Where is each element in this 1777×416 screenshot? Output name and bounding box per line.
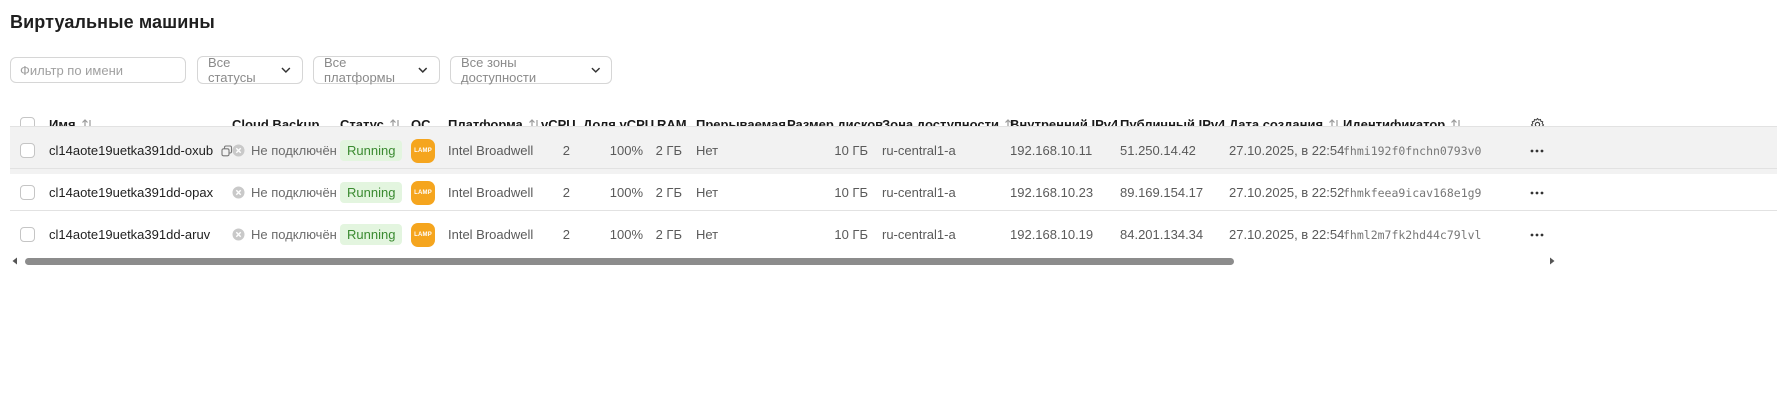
status-badge: Running (340, 182, 403, 203)
x-circle-icon (232, 186, 245, 199)
created-cell: 27.10.2025, в 22:52 (1229, 185, 1345, 200)
zone-filter-label: Все зоны доступности (461, 55, 537, 85)
row-actions-cell (1529, 211, 1545, 258)
ram-cell: 2 ГБ (655, 143, 682, 158)
internal-ip-cell: 192.168.10.23 (1010, 185, 1094, 200)
vcpu-share-cell: 100% (609, 227, 643, 242)
public-ip-cell: 89.169.154.17 (1120, 185, 1204, 200)
row-actions-cell (1529, 169, 1545, 216)
disk-size-cell: 10 ГБ (834, 227, 868, 242)
vm-name-cell: cl14aote19uetka391dd-aruv (49, 211, 210, 258)
id-cell: fhmkfeea9icav168e1g9 (1343, 185, 1482, 200)
backup-status-text: Не подключён (251, 185, 337, 200)
backup-status-text: Не подключён (251, 227, 337, 242)
platform-filter-select[interactable]: Все платформы (313, 55, 440, 85)
zone-cell: ru-central1-a (882, 227, 956, 242)
chevron-down-icon (418, 67, 428, 73)
backup-cell: Не подключён (232, 169, 337, 216)
status-badge: Running (340, 140, 403, 161)
vcpu-share-cell: 100% (609, 143, 643, 158)
os-cell: LAMP (411, 211, 435, 258)
row-select-cell (20, 127, 35, 174)
status-filter-select[interactable]: Все статусы (197, 55, 303, 85)
x-circle-icon (232, 228, 245, 241)
status-badge: Running (340, 224, 403, 245)
platform-cell: Intel Broadwell (448, 143, 534, 158)
table-row[interactable]: cl14aote19uetka391dd-aruv Не подключён R… (10, 210, 1777, 258)
row-checkbox[interactable] (20, 185, 35, 200)
id-cell: fhmi192f0fnchn0793v0 (1343, 143, 1482, 158)
public-ip-cell: 84.201.134.34 (1120, 227, 1204, 242)
status-cell: Running (340, 169, 403, 216)
scroll-right-arrow-icon[interactable] (1548, 257, 1556, 265)
lamp-os-icon: LAMP (411, 138, 435, 163)
row-select-cell (20, 169, 35, 216)
row-actions-cell (1529, 127, 1545, 174)
vm-name-cell: cl14aote19uetka391dd-opax (49, 169, 213, 216)
platform-cell: Intel Broadwell (448, 227, 534, 242)
more-dots-icon[interactable] (1529, 227, 1545, 243)
table-row[interactable]: cl14aote19uetka391dd-opax Не подключён R… (10, 168, 1777, 216)
x-circle-icon (232, 144, 245, 157)
internal-ip-cell: 192.168.10.19 (1010, 227, 1094, 242)
created-cell: 27.10.2025, в 22:54 (1229, 227, 1345, 242)
id-cell: fhml2m7fk2hd44c79lvl (1343, 227, 1482, 242)
ram-cell: 2 ГБ (655, 227, 682, 242)
zone-cell: ru-central1-a (882, 185, 956, 200)
backup-cell: Не подключён (232, 211, 337, 258)
vcpu-share-cell: 100% (609, 185, 643, 200)
os-cell: LAMP (411, 169, 435, 216)
chevron-down-icon (281, 67, 291, 74)
backup-status-text: Не подключён (251, 143, 337, 158)
disk-size-cell: 10 ГБ (834, 185, 868, 200)
more-dots-icon[interactable] (1529, 185, 1545, 201)
status-cell: Running (340, 127, 403, 174)
platform-cell: Intel Broadwell (448, 185, 534, 200)
vm-name-cell: cl14aote19uetka391dd-oxub (49, 127, 233, 174)
vm-table: Имя Cloud Backup Статус ОС Платформа vCP… (10, 104, 1777, 304)
page-title: Виртуальные машины (10, 12, 215, 32)
created-cell: 27.10.2025, в 22:54 (1229, 143, 1345, 158)
status-cell: Running (340, 211, 403, 258)
preemptible-cell: Нет (696, 227, 719, 242)
status-filter-label: Все статусы (208, 55, 256, 85)
chevron-down-icon (590, 67, 600, 73)
more-dots-icon[interactable] (1529, 143, 1545, 159)
zone-filter-select[interactable]: Все зоны доступности (450, 55, 612, 85)
row-checkbox[interactable] (20, 143, 35, 158)
row-checkbox[interactable] (20, 227, 35, 242)
preemptible-cell: Нет (696, 185, 719, 200)
preemptible-cell: Нет (696, 143, 719, 158)
vcpu-cell: 2 (562, 185, 570, 200)
row-select-cell (20, 211, 35, 258)
public-ip-cell: 51.250.14.42 (1120, 143, 1196, 158)
zone-cell: ru-central1-a (882, 143, 956, 158)
lamp-os-icon: LAMP (411, 180, 435, 205)
internal-ip-cell: 192.168.10.11 (1010, 143, 1093, 158)
ram-cell: 2 ГБ (655, 185, 682, 200)
name-filter-input[interactable] (10, 57, 186, 83)
vcpu-cell: 2 (562, 143, 570, 158)
backup-cell: Не подключён (232, 127, 337, 174)
vm-name-link[interactable]: cl14aote19uetka391dd-aruv (49, 227, 210, 242)
platform-filter-label: Все платформы (324, 55, 395, 85)
lamp-os-icon: LAMP (411, 222, 435, 247)
vcpu-cell: 2 (562, 227, 570, 242)
os-cell: LAMP (411, 127, 435, 174)
vm-name-link[interactable]: cl14aote19uetka391dd-oxub (49, 143, 213, 158)
scroll-left-arrow-icon[interactable] (11, 257, 19, 265)
horizontal-scrollbar[interactable] (10, 254, 1560, 268)
disk-size-cell: 10 ГБ (834, 143, 868, 158)
scrollbar-thumb[interactable] (25, 258, 1234, 265)
table-row[interactable]: cl14aote19uetka391dd-oxub Не подключён R… (10, 126, 1777, 174)
vm-name-link[interactable]: cl14aote19uetka391dd-opax (49, 185, 213, 200)
